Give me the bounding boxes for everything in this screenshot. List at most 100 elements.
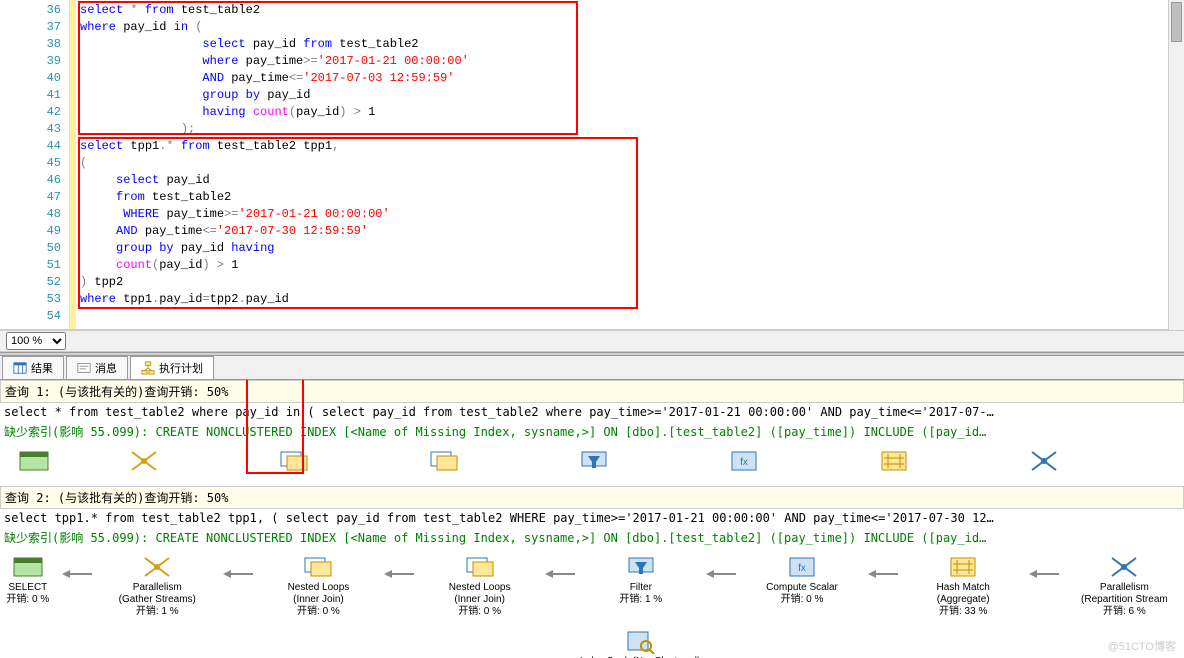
plan-node-parallel[interactable]: Parallelism (Repartition Stream 开销: 6 % — [1069, 554, 1180, 618]
plan-node-indexseek[interactable]: Index Seek (NonClustered) [test_table2].… — [540, 628, 740, 658]
code-line[interactable]: from test_table2 — [76, 189, 1184, 206]
query2-missing-index[interactable]: 缺少索引(影响 55.099): CREATE NONCLUSTERED IND… — [0, 527, 1184, 548]
line-number: 42 — [0, 104, 61, 121]
tab-messages-label: 消息 — [95, 360, 117, 376]
code-line[interactable]: group by pay_id — [76, 87, 1184, 104]
plan-node-parallel[interactable]: Parallelism (Gather Streams) 开销: 1 % — [102, 554, 213, 618]
zoom-select[interactable]: 100 % — [6, 332, 66, 350]
plan-cost: 开销: 0 % — [4, 594, 52, 606]
select-icon — [18, 448, 50, 474]
line-number: 46 — [0, 172, 61, 189]
code-line[interactable]: select pay_id from test_table2 — [76, 36, 1184, 53]
query2-sql[interactable]: select tpp1.* from test_table2 tpp1, ( s… — [0, 509, 1184, 527]
line-number: 45 — [0, 155, 61, 172]
line-number: 49 — [0, 223, 61, 240]
line-number: 41 — [0, 87, 61, 104]
arrow-icon — [868, 564, 898, 584]
plan-node-nestedloops[interactable]: Nested Loops (Inner Join) 开销: 0 % — [424, 554, 535, 618]
code-line[interactable]: select pay_id — [76, 172, 1184, 189]
plan-cost: 开销: 0 % — [263, 606, 374, 618]
query1-header: 查询 1: (与该批有关的)查询开销: 50% — [0, 380, 1184, 403]
plan-sub: (Aggregate) — [908, 594, 1019, 606]
line-number: 52 — [0, 274, 61, 291]
code-area[interactable]: select * from test_table2 where pay_id i… — [76, 0, 1184, 329]
zoom-bar: 100 % — [0, 330, 1184, 352]
plan-label: Nested Loops — [263, 582, 374, 594]
line-number: 40 — [0, 70, 61, 87]
query1-sql[interactable]: select * from test_table2 where pay_id i… — [0, 403, 1184, 421]
code-line[interactable]: AND pay_time<='2017-07-03 12:59:59' — [76, 70, 1184, 87]
plan-label: Compute Scalar — [746, 582, 857, 594]
plan-sub: (Inner Join) — [263, 594, 374, 606]
code-line[interactable]: having count(pay_id) > 1 — [76, 104, 1184, 121]
plan-node-filter[interactable]: Filter 开销: 1 % — [585, 554, 696, 606]
query2-plan-row: SELECT 开销: 0 % Parallelism (Gather Strea… — [0, 548, 1184, 628]
line-number: 39 — [0, 53, 61, 70]
filter-icon — [625, 554, 657, 580]
watermark: @51CTO博客 — [1108, 638, 1176, 654]
filter-icon — [578, 448, 610, 474]
plan-node-select[interactable] — [4, 448, 64, 476]
plan-cost: 开销: 0 % — [424, 606, 535, 618]
code-line[interactable]: where pay_time>='2017-01-21 00:00:00' — [76, 53, 1184, 70]
code-line[interactable]: AND pay_time<='2017-07-30 12:59:59' — [76, 223, 1184, 240]
code-line[interactable]: ); — [76, 121, 1184, 138]
code-line[interactable]: where tpp1.pay_id=tpp2.pay_id — [76, 291, 1184, 308]
query-block-1: 查询 1: (与该批有关的)查询开销: 50% select * from te… — [0, 380, 1184, 486]
code-line[interactable]: group by pay_id having — [76, 240, 1184, 257]
tab-execution-plan[interactable]: 执行计划 — [130, 356, 214, 379]
code-line[interactable]: ) tpp2 — [76, 274, 1184, 291]
arrow-icon — [1029, 564, 1059, 584]
sql-editor[interactable]: 36 37 38 39 40 41 42 43 44 45 46 47 48 4… — [0, 0, 1184, 330]
plan-node-nestedloops[interactable] — [374, 448, 514, 476]
plan-node-nestedloops[interactable]: Nested Loops (Inner Join) 开销: 0 % — [263, 554, 374, 618]
code-line[interactable]: where pay_id in ( — [76, 19, 1184, 36]
parallelism-icon — [1028, 448, 1060, 474]
line-number: 37 — [0, 19, 61, 36]
code-line[interactable]: select tpp1.* from test_table2 tpp1, — [76, 138, 1184, 155]
line-number: 54 — [0, 308, 61, 325]
line-number: 38 — [0, 36, 61, 53]
plan-node-hash[interactable]: Hash Match (Aggregate) 开销: 33 % — [908, 554, 1019, 618]
results-tabs: 结果 消息 执行计划 — [0, 356, 1184, 380]
tab-messages[interactable]: 消息 — [66, 356, 128, 379]
code-line[interactable]: select * from test_table2 — [76, 2, 1184, 19]
plan-node-parallel[interactable] — [974, 448, 1114, 476]
plan-node-select[interactable]: SELECT 开销: 0 % — [4, 554, 52, 606]
tab-results[interactable]: 结果 — [2, 356, 64, 379]
plan-node-parallel[interactable] — [74, 448, 214, 476]
code-line[interactable]: count(pay_id) > 1 — [76, 257, 1184, 274]
indexseek-icon — [624, 628, 656, 654]
plan-cost: 开销: 0 % — [746, 594, 857, 606]
compute-icon: fx — [728, 448, 760, 474]
plan-node-compute[interactable]: fx — [674, 448, 814, 476]
code-line[interactable]: ( — [76, 155, 1184, 172]
plan-node-nestedloops[interactable] — [224, 448, 364, 476]
query2-plan-row2: Index Seek (NonClustered) [test_table2].… — [0, 628, 1184, 658]
scrollbar-thumb[interactable] — [1171, 2, 1182, 42]
select-icon — [12, 554, 44, 580]
nestedloops-icon — [278, 448, 310, 474]
plan-node-compute[interactable]: fx Compute Scalar 开销: 0 % — [746, 554, 857, 606]
line-number: 48 — [0, 206, 61, 223]
plan-sub: (Repartition Stream — [1069, 594, 1180, 606]
plan-label: Filter — [585, 582, 696, 594]
query2-header: 查询 2: (与该批有关的)查询开销: 50% — [0, 486, 1184, 509]
line-number: 44 — [0, 138, 61, 155]
plan-node-hash[interactable] — [824, 448, 964, 476]
code-line[interactable]: WHERE pay_time>='2017-01-21 00:00:00' — [76, 206, 1184, 223]
arrow-icon — [62, 564, 92, 584]
nestedloops-icon — [302, 554, 334, 580]
compute-icon: fx — [786, 554, 818, 580]
line-number: 53 — [0, 291, 61, 308]
message-icon — [77, 361, 91, 375]
nestedloops-icon — [428, 448, 460, 474]
query1-missing-index[interactable]: 缺少索引(影响 55.099): CREATE NONCLUSTERED IND… — [0, 421, 1184, 442]
query1-plan-row: fx — [0, 442, 1184, 486]
plan-sub: (Inner Join) — [424, 594, 535, 606]
plan-node-filter[interactable] — [524, 448, 664, 476]
vertical-scrollbar[interactable] — [1168, 0, 1184, 330]
execution-plan-pane[interactable]: 查询 1: (与该批有关的)查询开销: 50% select * from te… — [0, 380, 1184, 658]
plan-label: Nested Loops — [424, 582, 535, 594]
svg-text:fx: fx — [740, 457, 748, 468]
